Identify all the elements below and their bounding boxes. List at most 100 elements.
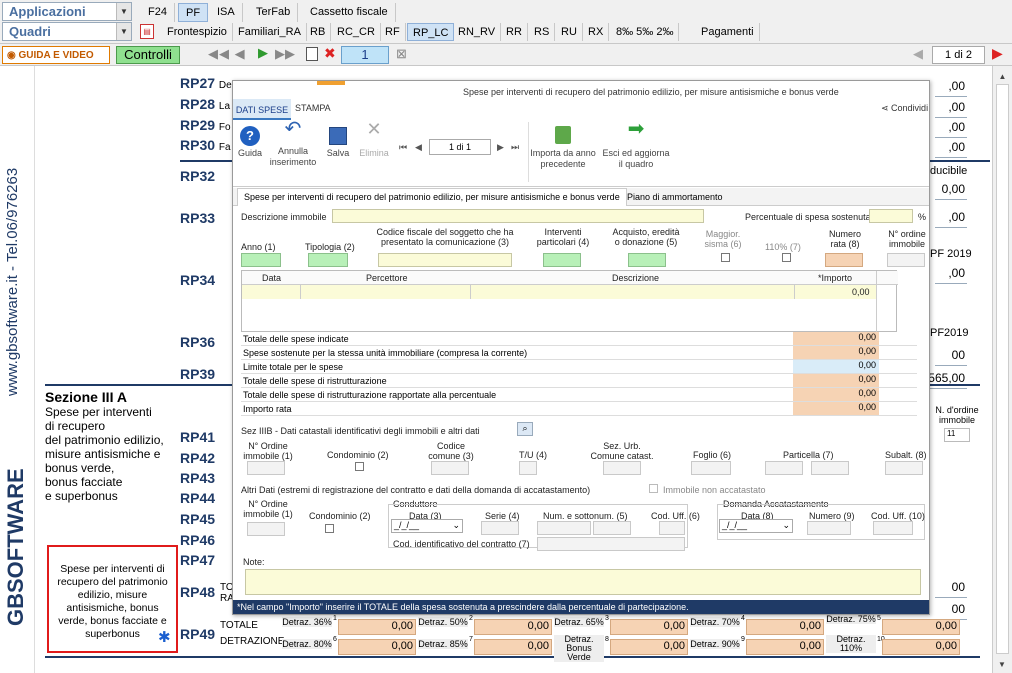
quadro-tab-rp-lc[interactable]: RP_LC	[407, 23, 455, 41]
a-serie-input[interactable]	[481, 521, 519, 535]
nav-next-icon[interactable]: ▶	[258, 45, 268, 61]
quadro-tab-rf[interactable]: RF	[380, 23, 406, 41]
value-field[interactable]: ,00	[935, 210, 967, 228]
c-tu-input[interactable]	[519, 461, 537, 475]
d-data-picker[interactable]: _/_/__ ⌄	[719, 519, 793, 533]
importo-cell[interactable]: 0,00	[852, 287, 870, 297]
c-particella-input-a[interactable]	[765, 461, 803, 475]
anno-input[interactable]	[241, 253, 281, 267]
value-field[interactable]: ,00	[935, 120, 967, 138]
detraz-value[interactable]: 0,00	[610, 639, 688, 655]
new-page-icon[interactable]	[306, 47, 318, 61]
detraz-value[interactable]: 0,00	[882, 639, 960, 655]
quadro-tab-rb[interactable]: RB	[305, 23, 332, 41]
scroll-down-icon[interactable]: ▼	[998, 660, 1006, 669]
quadro-tab-rs[interactable]: RS	[529, 23, 556, 41]
condividi-button[interactable]: ⋖ Condividi	[881, 103, 928, 114]
vertical-scrollbar[interactable]: ▲ ▼	[992, 66, 1012, 673]
importa-button[interactable]: Importa da anno precedente	[529, 124, 597, 170]
nav-next-icon[interactable]: ▶	[497, 142, 504, 153]
subtab-spese[interactable]: Spese per interventi di recupero del pat…	[237, 188, 627, 206]
quadro-tab-pagamenti[interactable]: Pagamenti	[696, 23, 760, 41]
chevron-down-icon[interactable]: ▼	[116, 23, 131, 40]
a-data-picker[interactable]: _/_/__ ⌄	[391, 519, 463, 533]
c-sezurb-input[interactable]	[603, 461, 641, 475]
tab-pf[interactable]: PF	[178, 3, 209, 22]
value-field[interactable]: 00	[935, 348, 967, 366]
scroll-up-icon[interactable]: ▲	[993, 72, 1012, 81]
elimina-button[interactable]: ✕ Elimina	[357, 120, 391, 159]
perc-spesa-input[interactable]	[869, 209, 913, 223]
a-condominio-checkbox[interactable]	[325, 524, 334, 533]
quadro-tab-rc[interactable]: RC_CR	[332, 23, 381, 41]
value-field[interactable]: 565,00	[925, 371, 967, 389]
cod-contratto-input[interactable]	[537, 537, 685, 551]
next-page-icon[interactable]: ▶	[992, 45, 1003, 62]
c-particella-input-b[interactable]	[811, 461, 849, 475]
p110-checkbox[interactable]	[782, 253, 791, 262]
immobile-non-checkbox[interactable]	[649, 484, 658, 493]
c-condominio-checkbox[interactable]	[355, 462, 364, 471]
d-codu-input[interactable]	[873, 521, 913, 535]
detraz-value[interactable]: 0,00	[474, 619, 552, 635]
guida-video-button[interactable]: ◉ GUIDA E VIDEO	[2, 46, 110, 64]
detraz-value[interactable]: 0,00	[474, 639, 552, 655]
tab-isa[interactable]: ISA	[210, 3, 243, 22]
tab-stampa[interactable]: STAMPA	[295, 103, 331, 113]
a-sottonum-input[interactable]	[593, 521, 631, 535]
pdf-icon[interactable]: ▤	[140, 24, 154, 39]
value-field[interactable]: ,00	[935, 79, 967, 97]
nav-last-icon[interactable]: ▶▶	[275, 46, 295, 62]
quadro-tab-rr[interactable]: RR	[501, 23, 528, 41]
tipologia-input[interactable]	[308, 253, 348, 267]
tab-terfab[interactable]: TerFab	[249, 3, 299, 22]
value-field[interactable]: ,00	[935, 100, 967, 118]
acquisto-input[interactable]	[628, 253, 666, 267]
codfisc-input[interactable]	[378, 253, 512, 267]
quadro-tab-rn-rv[interactable]: RN_RV	[453, 23, 502, 41]
guida-button[interactable]: ? Guida	[235, 124, 265, 159]
tab-dati-spese[interactable]: DATI SPESE	[233, 99, 291, 120]
quadro-tab-familiari[interactable]: Familiari_RA	[233, 23, 307, 41]
tab-cassetto-fiscale[interactable]: Cassetto fiscale	[303, 3, 396, 22]
a-num-input[interactable]	[537, 521, 591, 535]
quadri-combo[interactable]: Quadri ▼	[2, 22, 132, 41]
value-field[interactable]: ,00	[935, 266, 967, 284]
detraz-value[interactable]: 0,00	[338, 639, 416, 655]
quadro-tab-permille[interactable]: 8‰ 5‰ 2‰	[611, 23, 680, 41]
c-foglio-input[interactable]	[691, 461, 731, 475]
c-subalt-input[interactable]	[885, 461, 923, 475]
nordine-input[interactable]	[887, 253, 925, 267]
chevron-down-icon[interactable]: ▼	[116, 3, 131, 20]
interventi-input[interactable]	[543, 253, 581, 267]
detraz-value[interactable]: 0,00	[610, 619, 688, 635]
note-textarea[interactable]	[245, 569, 921, 595]
a-nordine-input[interactable]	[247, 522, 285, 536]
scroll-thumb[interactable]	[996, 84, 1009, 654]
close-page-icon[interactable]: ⊠	[396, 46, 407, 62]
c-nordine-input[interactable]	[247, 461, 285, 475]
nav-first-icon[interactable]: ⏮	[399, 142, 407, 153]
nav-prev-icon[interactable]: ◀	[415, 142, 422, 153]
quadro-tab-ru[interactable]: RU	[556, 23, 583, 41]
detraz-value[interactable]: 0,00	[746, 639, 824, 655]
a-codu-input[interactable]	[659, 521, 685, 535]
table-row[interactable]: 0,00	[242, 285, 876, 299]
applicazioni-combo[interactable]: Applicazioni ▼	[2, 2, 132, 21]
search-icon[interactable]: ⌕	[517, 422, 533, 436]
detraz-value[interactable]: 0,00	[338, 619, 416, 635]
r11-field[interactable]: 11	[944, 428, 970, 442]
quadro-tab-rx[interactable]: RX	[583, 23, 610, 41]
nav-last-icon[interactable]: ⏭	[511, 142, 519, 153]
esci-aggiorna-button[interactable]: ➡ Esci ed aggiorna il quadro	[601, 119, 671, 170]
subtab-ammortamento[interactable]: Piano di ammortamento	[627, 192, 723, 202]
detraz-value[interactable]: 0,00	[746, 619, 824, 635]
quadro-tab-frontespizio[interactable]: Frontespizio	[162, 23, 233, 41]
value-field[interactable]: ,00	[935, 140, 967, 158]
numrata-input[interactable]	[825, 253, 863, 267]
d-numero-input[interactable]	[807, 521, 851, 535]
maggior-checkbox[interactable]	[721, 253, 730, 262]
nav-first-prev-icon[interactable]: ◀◀ ◀	[208, 46, 246, 62]
value-field[interactable]: 0,00	[935, 182, 967, 200]
detraz-value[interactable]: 0,00	[882, 619, 960, 635]
